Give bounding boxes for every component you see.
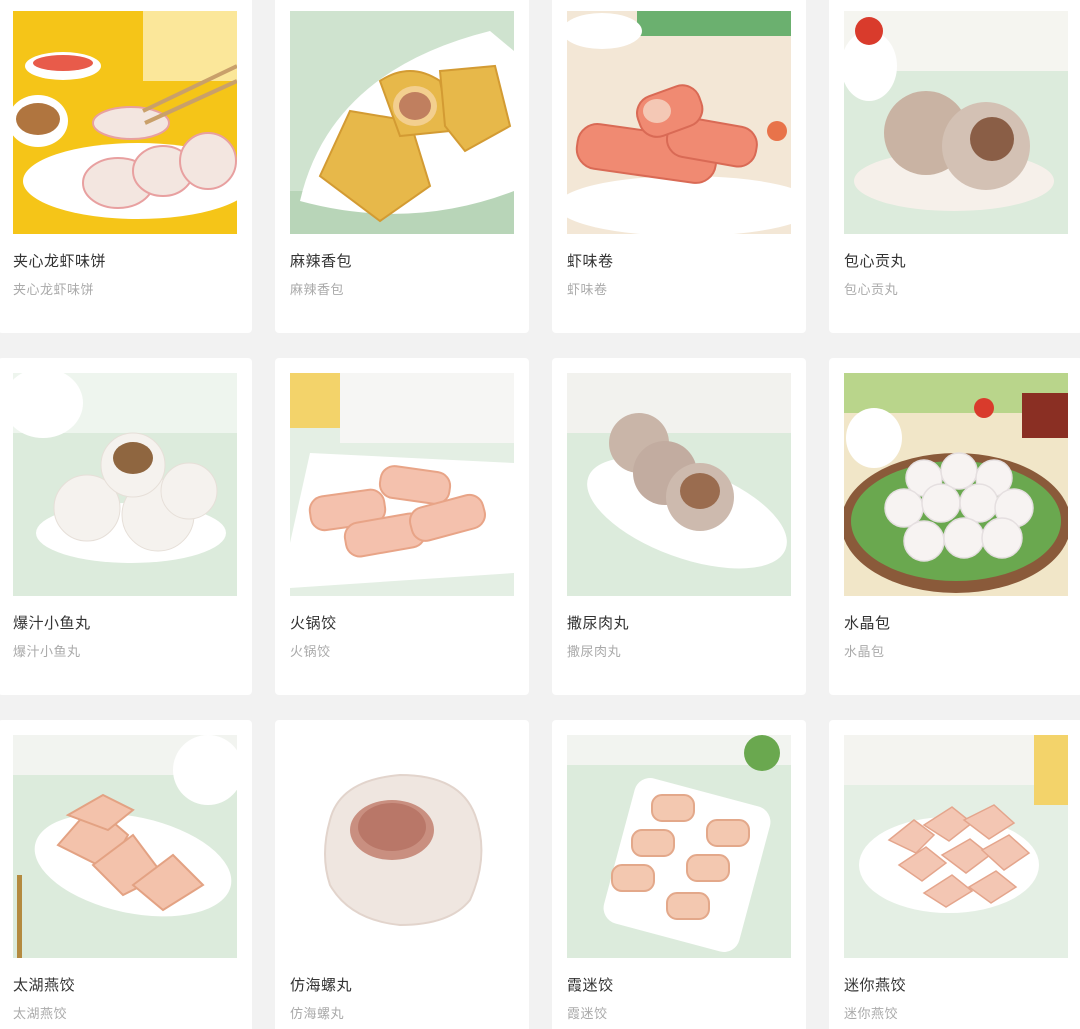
- product-subtitle: 麻辣香包: [290, 282, 345, 297]
- plate: [567, 176, 791, 234]
- product-card[interactable]: 爆汁小鱼丸 爆汁小鱼丸: [0, 358, 252, 695]
- product-card[interactable]: 夹心龙虾味饼 夹心龙虾味饼: [0, 0, 252, 333]
- product-image[interactable]: [290, 11, 514, 234]
- product-subtitle: 火锅饺: [290, 644, 331, 659]
- product-card[interactable]: 包心贡丸 包心贡丸: [829, 0, 1080, 333]
- product-title[interactable]: 撒尿肉丸: [567, 612, 629, 633]
- product-title[interactable]: 霞迷饺: [567, 974, 614, 995]
- product-image[interactable]: [844, 735, 1068, 958]
- product-title[interactable]: 包心贡丸: [844, 250, 906, 271]
- product-image[interactable]: [567, 11, 791, 234]
- product-card[interactable]: 太湖燕饺 太湖燕饺: [0, 720, 252, 1029]
- product-image[interactable]: [567, 735, 791, 958]
- product-image[interactable]: [290, 373, 514, 596]
- product-subtitle: 夹心龙虾味饼: [13, 282, 95, 297]
- product-image[interactable]: [290, 735, 514, 958]
- product-card[interactable]: 迷你燕饺 迷你燕饺: [829, 720, 1080, 1029]
- product-title[interactable]: 麻辣香包: [290, 250, 352, 271]
- product-subtitle: 水晶包: [844, 644, 885, 659]
- product-subtitle: 迷你燕饺: [844, 1006, 899, 1021]
- product-subtitle: 仿海螺丸: [290, 1006, 345, 1021]
- product-grid: 夹心龙虾味饼 夹心龙虾味饼 麻辣香包 麻辣香包 虾味卷 虾味卷 包心贡丸 包心贡…: [0, 0, 1080, 1029]
- product-subtitle: 爆汁小鱼丸: [13, 644, 81, 659]
- product-card[interactable]: 麻辣香包 麻辣香包: [275, 0, 529, 333]
- product-title[interactable]: 火锅饺: [290, 612, 337, 633]
- product-card[interactable]: 撒尿肉丸 撒尿肉丸: [552, 358, 806, 695]
- product-title[interactable]: 水晶包: [844, 612, 891, 633]
- product-subtitle: 太湖燕饺: [13, 1006, 68, 1021]
- product-title[interactable]: 迷你燕饺: [844, 974, 906, 995]
- product-title[interactable]: 仿海螺丸: [290, 974, 352, 995]
- product-image[interactable]: [844, 373, 1068, 596]
- product-title[interactable]: 爆汁小鱼丸: [13, 612, 91, 633]
- product-subtitle: 包心贡丸: [844, 282, 899, 297]
- product-subtitle: 霞迷饺: [567, 1006, 608, 1021]
- product-image[interactable]: [844, 11, 1068, 234]
- product-image[interactable]: [567, 373, 791, 596]
- product-card[interactable]: 霞迷饺 霞迷饺: [552, 720, 806, 1029]
- product-card[interactable]: 仿海螺丸 仿海螺丸: [275, 720, 529, 1029]
- product-image[interactable]: [13, 735, 237, 958]
- product-subtitle: 虾味卷: [567, 282, 608, 297]
- product-image[interactable]: [13, 373, 237, 596]
- product-card[interactable]: 水晶包 水晶包: [829, 358, 1080, 695]
- product-card[interactable]: 虾味卷 虾味卷: [552, 0, 806, 333]
- product-image[interactable]: [13, 11, 237, 234]
- product-card[interactable]: 火锅饺 火锅饺: [275, 358, 529, 695]
- product-title[interactable]: 虾味卷: [567, 250, 614, 271]
- product-title[interactable]: 夹心龙虾味饼: [13, 250, 106, 271]
- product-title[interactable]: 太湖燕饺: [13, 974, 75, 995]
- product-subtitle: 撒尿肉丸: [567, 644, 622, 659]
